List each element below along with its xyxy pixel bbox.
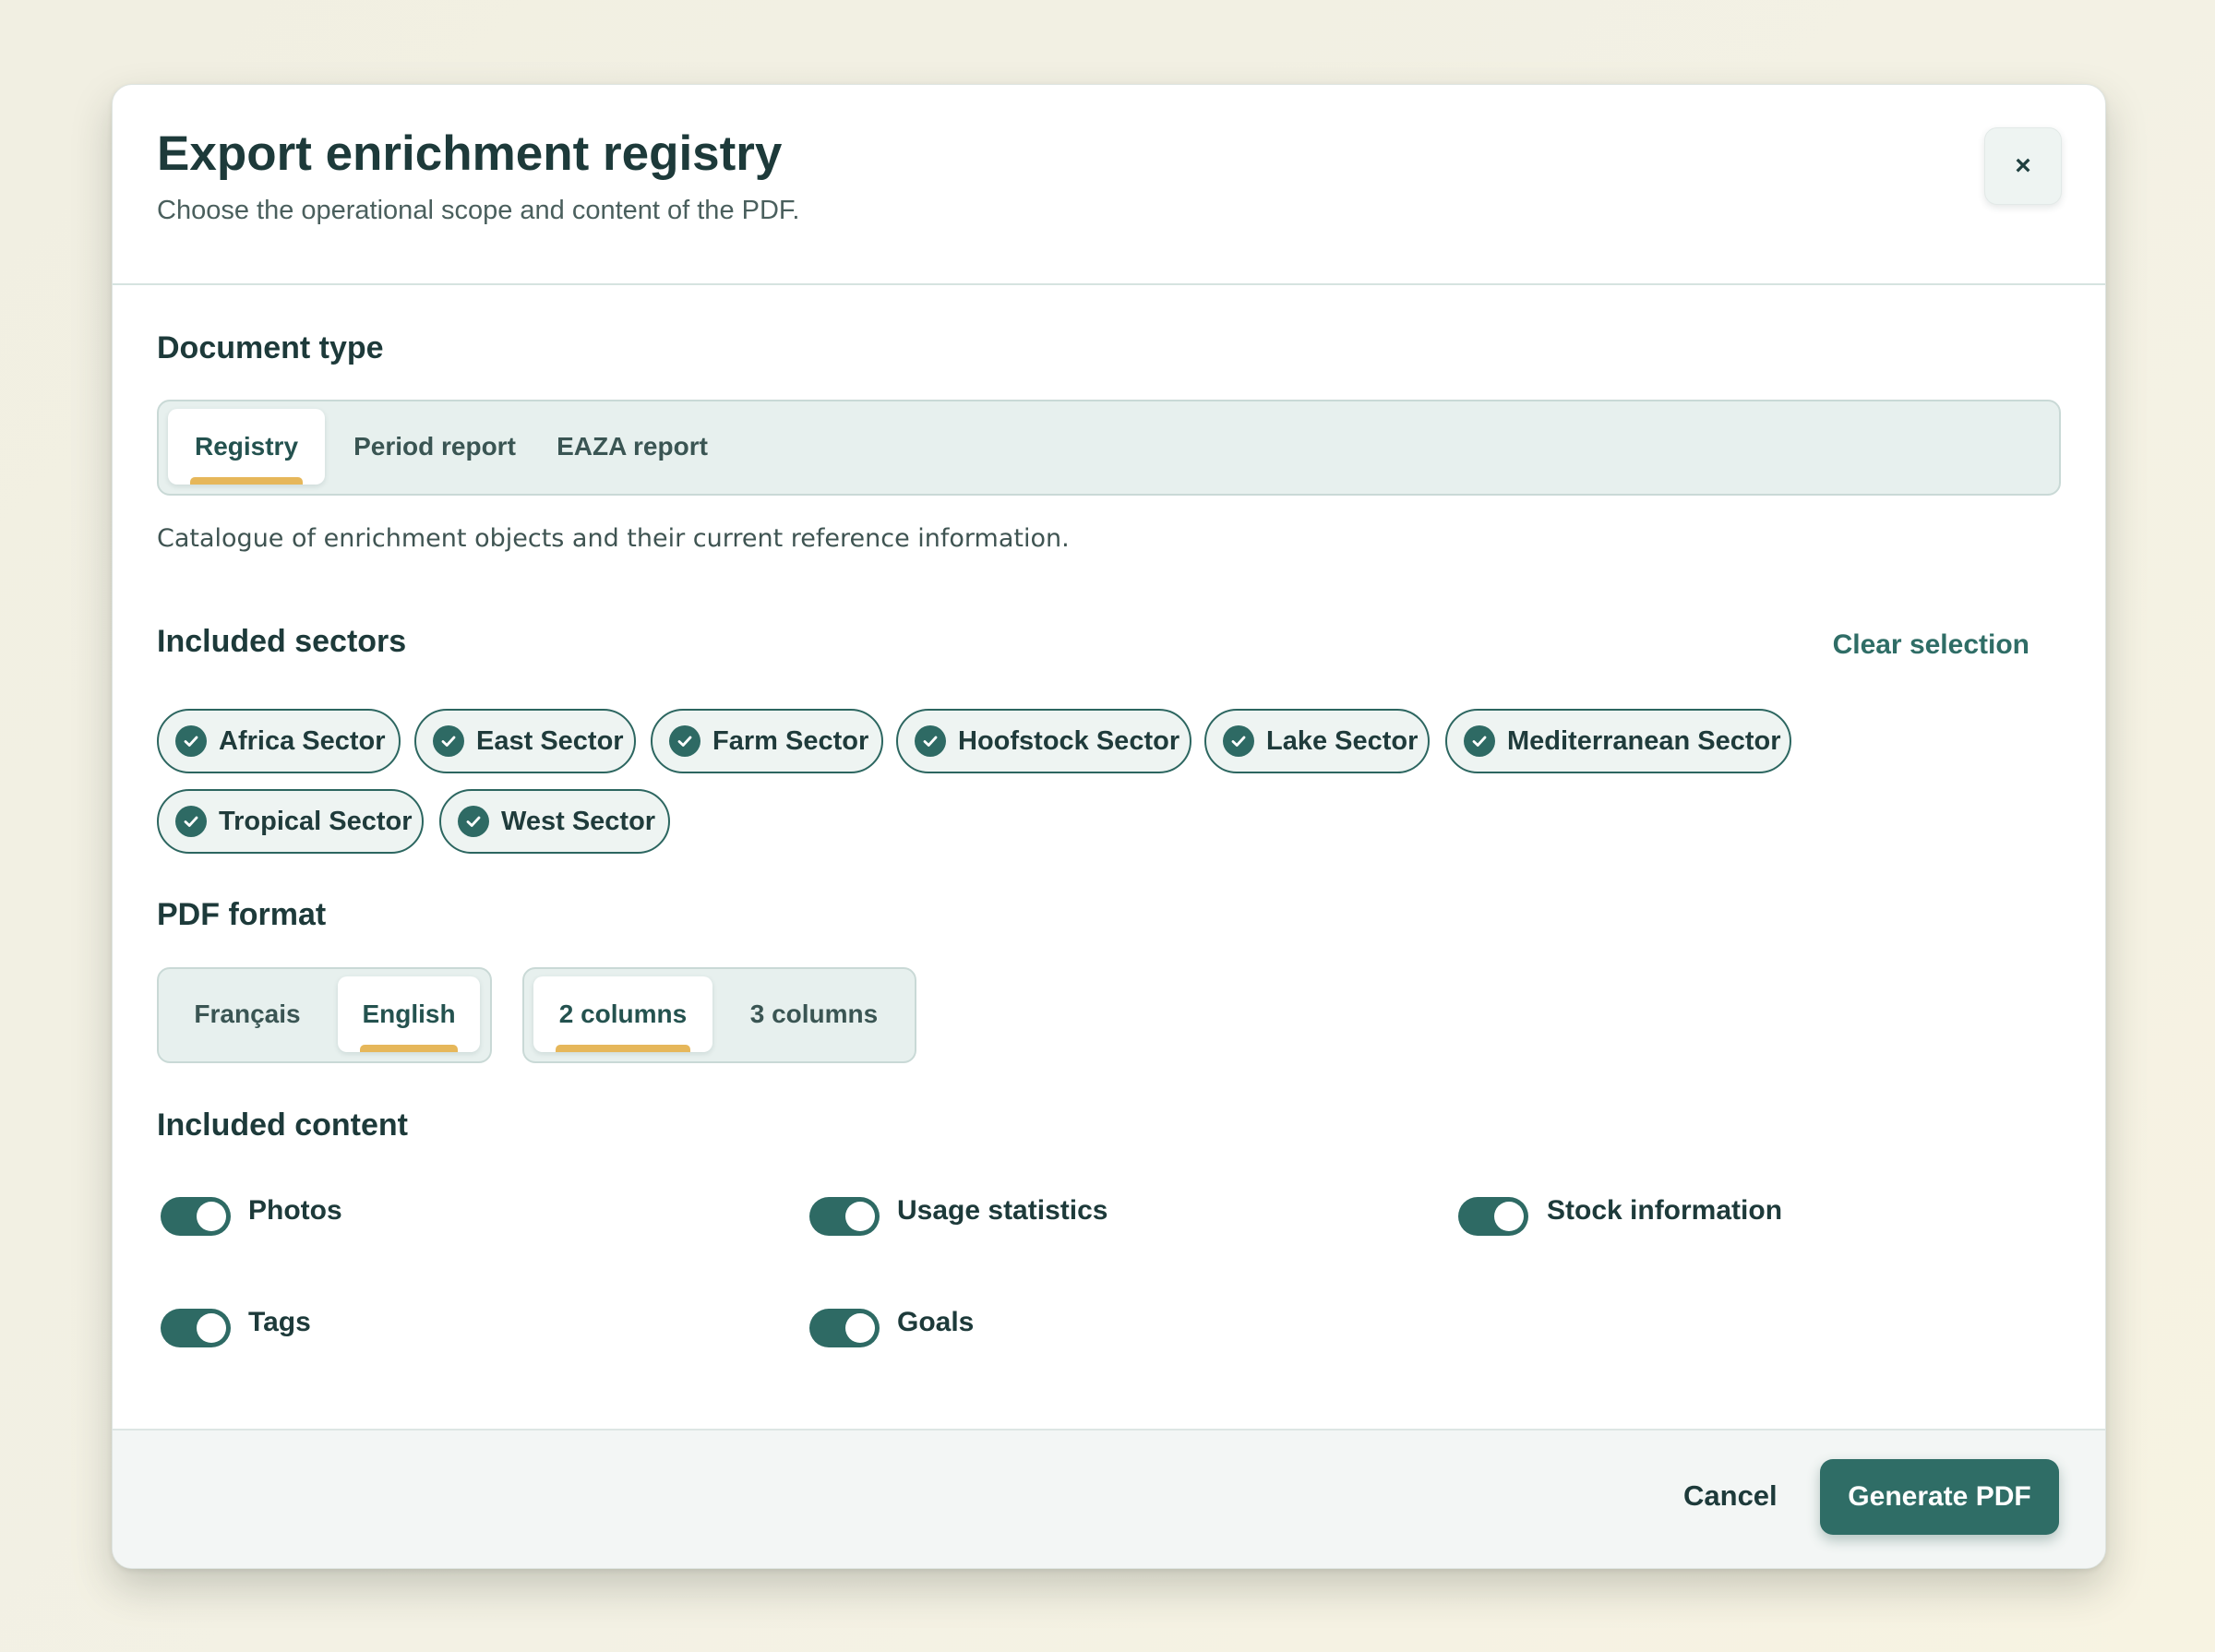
document-type-label: Document type	[157, 330, 384, 365]
sector-chip-label: Hoofstock Sector	[958, 725, 1180, 756]
dialog-header: Export enrichment registry Choose the op…	[113, 85, 2105, 285]
usage-statistics-toggle-label: Usage statistics	[897, 1195, 1108, 1226]
pdf-format-label: PDF format	[157, 897, 327, 932]
sector-chip-label: Tropical Sector	[219, 806, 413, 836]
dialog-subtitle: Choose the operational scope and content…	[157, 196, 800, 225]
document-type-description: Catalogue of enrichment objects and thei…	[157, 524, 1070, 553]
toggle-knob	[845, 1313, 875, 1343]
check-icon	[669, 725, 700, 757]
check-icon	[175, 806, 207, 837]
close-icon: ×	[2015, 150, 2031, 181]
sector-chip-west[interactable]: West Sector	[439, 789, 670, 854]
document-type-segmented: Registry Period report EAZA report	[157, 400, 2061, 496]
columns-option-3[interactable]: 3 columns	[722, 976, 906, 1052]
toggle-knob	[197, 1202, 226, 1231]
usage-statistics-toggle[interactable]	[809, 1197, 880, 1236]
goals-toggle[interactable]	[809, 1309, 880, 1347]
tab-registry[interactable]: Registry	[168, 409, 325, 485]
sector-chip-label: Africa Sector	[219, 725, 386, 756]
toggle-knob	[1494, 1202, 1524, 1231]
sector-chip-farm[interactable]: Farm Sector	[651, 709, 883, 773]
included-sectors-label: Included sectors	[157, 624, 407, 659]
language-option-francais[interactable]: Français	[168, 976, 327, 1052]
sector-chip-east[interactable]: East Sector	[414, 709, 636, 773]
check-icon	[458, 806, 489, 837]
dialog-title: Export enrichment registry	[157, 126, 783, 181]
check-icon	[915, 725, 946, 757]
check-icon	[1223, 725, 1254, 757]
sector-chip-label: West Sector	[501, 806, 656, 836]
sector-chip-tropical[interactable]: Tropical Sector	[157, 789, 424, 854]
columns-segmented: 2 columns 3 columns	[522, 967, 916, 1063]
clear-selection-link[interactable]: Clear selection	[1833, 629, 2029, 661]
sector-chip-label: Farm Sector	[712, 725, 869, 756]
language-segmented: Français English	[157, 967, 492, 1063]
sector-chip-africa[interactable]: Africa Sector	[157, 709, 401, 773]
included-content-label: Included content	[157, 1107, 408, 1143]
dialog-footer: Cancel Generate PDF	[113, 1429, 2105, 1568]
tab-eaza-report[interactable]: EAZA report	[541, 409, 724, 485]
sector-chip-label: Lake Sector	[1266, 725, 1419, 756]
tags-toggle[interactable]	[161, 1309, 231, 1347]
sector-chip-mediterranean[interactable]: Mediterranean Sector	[1445, 709, 1791, 773]
check-icon	[1464, 725, 1495, 757]
sector-chip-label: Mediterranean Sector	[1507, 725, 1781, 756]
check-icon	[175, 725, 207, 757]
sector-chip-hoofstock[interactable]: Hoofstock Sector	[896, 709, 1191, 773]
tab-period-report[interactable]: Period report	[338, 409, 532, 485]
sector-chip-lake[interactable]: Lake Sector	[1204, 709, 1430, 773]
tags-toggle-label: Tags	[248, 1307, 311, 1337]
generate-pdf-button[interactable]: Generate PDF	[1820, 1459, 2059, 1535]
cancel-button[interactable]: Cancel	[1683, 1479, 1778, 1513]
goals-toggle-label: Goals	[897, 1307, 975, 1337]
sector-chip-label: East Sector	[476, 725, 624, 756]
stock-information-toggle-label: Stock information	[1547, 1195, 1783, 1226]
toggle-knob	[197, 1313, 226, 1343]
photos-toggle[interactable]	[161, 1197, 231, 1236]
close-button[interactable]: ×	[1984, 127, 2062, 205]
check-icon	[433, 725, 464, 757]
stock-information-toggle[interactable]	[1458, 1197, 1528, 1236]
language-option-english[interactable]: English	[338, 976, 480, 1052]
export-dialog: Export enrichment registry Choose the op…	[112, 84, 2106, 1569]
photos-toggle-label: Photos	[248, 1195, 342, 1226]
columns-option-2[interactable]: 2 columns	[533, 976, 712, 1052]
toggle-knob	[845, 1202, 875, 1231]
